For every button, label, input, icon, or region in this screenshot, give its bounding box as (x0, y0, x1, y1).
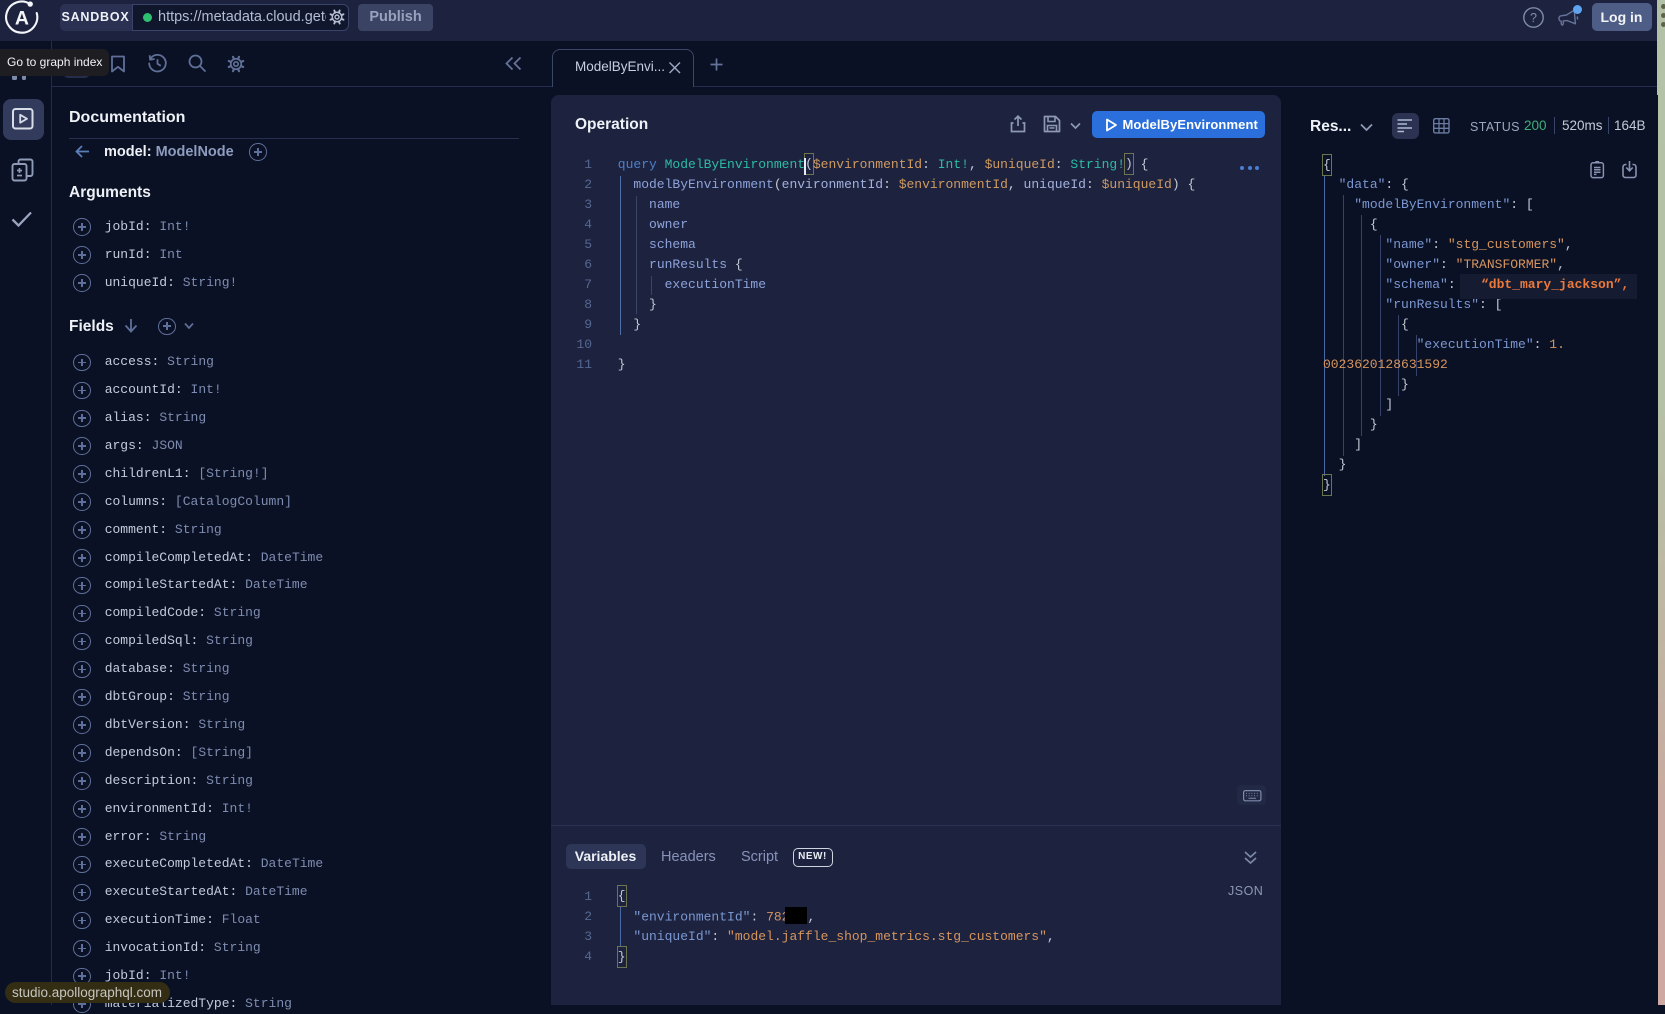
svg-text:?: ? (1530, 11, 1537, 25)
svg-text:A: A (15, 7, 29, 29)
